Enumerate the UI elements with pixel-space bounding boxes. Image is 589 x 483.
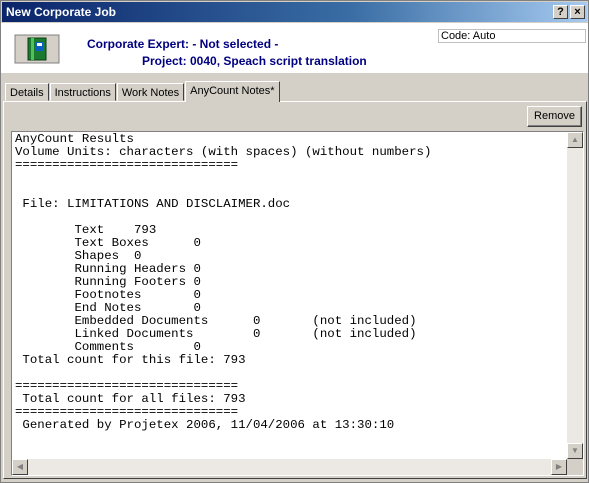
tab-bar: Details Instructions Work Notes AnyCount… — [5, 81, 281, 102]
tab-details[interactable]: Details — [5, 83, 49, 101]
scroll-down-icon[interactable]: ▼ — [567, 443, 583, 459]
remove-button[interactable]: Remove — [527, 106, 582, 127]
window: New Corporate Job ? × Corporate Expert: … — [0, 0, 589, 483]
job-header: Corporate Expert: - Not selected - Proje… — [1, 23, 588, 73]
code-field[interactable]: Code: Auto — [438, 29, 586, 43]
tab-work-notes[interactable]: Work Notes — [116, 83, 185, 101]
help-button[interactable]: ? — [553, 5, 568, 19]
scroll-left-icon[interactable]: ◀ — [12, 459, 28, 475]
corporate-expert-label: Corporate Expert: - Not selected - — [87, 37, 279, 51]
project-label: Project: 0040, Speach script translation — [142, 54, 367, 68]
anycount-results-textarea[interactable]: AnyCount Results Volume Units: character… — [11, 131, 584, 476]
book-icon — [14, 34, 60, 64]
scroll-up-icon[interactable]: ▲ — [567, 132, 583, 148]
tab-instructions[interactable]: Instructions — [49, 83, 116, 101]
scroll-right-icon[interactable]: ▶ — [551, 459, 567, 475]
vertical-scrollbar[interactable]: ▲ ▼ — [567, 132, 583, 459]
results-text: AnyCount Results Volume Units: character… — [15, 132, 432, 432]
tab-anycount-notes[interactable]: AnyCount Notes* — [185, 81, 280, 102]
title-bar[interactable]: New Corporate Job ? × — [2, 2, 587, 22]
horizontal-scrollbar[interactable]: ◀ ▶ — [12, 459, 567, 475]
close-button[interactable]: × — [570, 5, 585, 19]
scroll-corner — [567, 459, 583, 475]
window-title: New Corporate Job — [6, 5, 117, 19]
